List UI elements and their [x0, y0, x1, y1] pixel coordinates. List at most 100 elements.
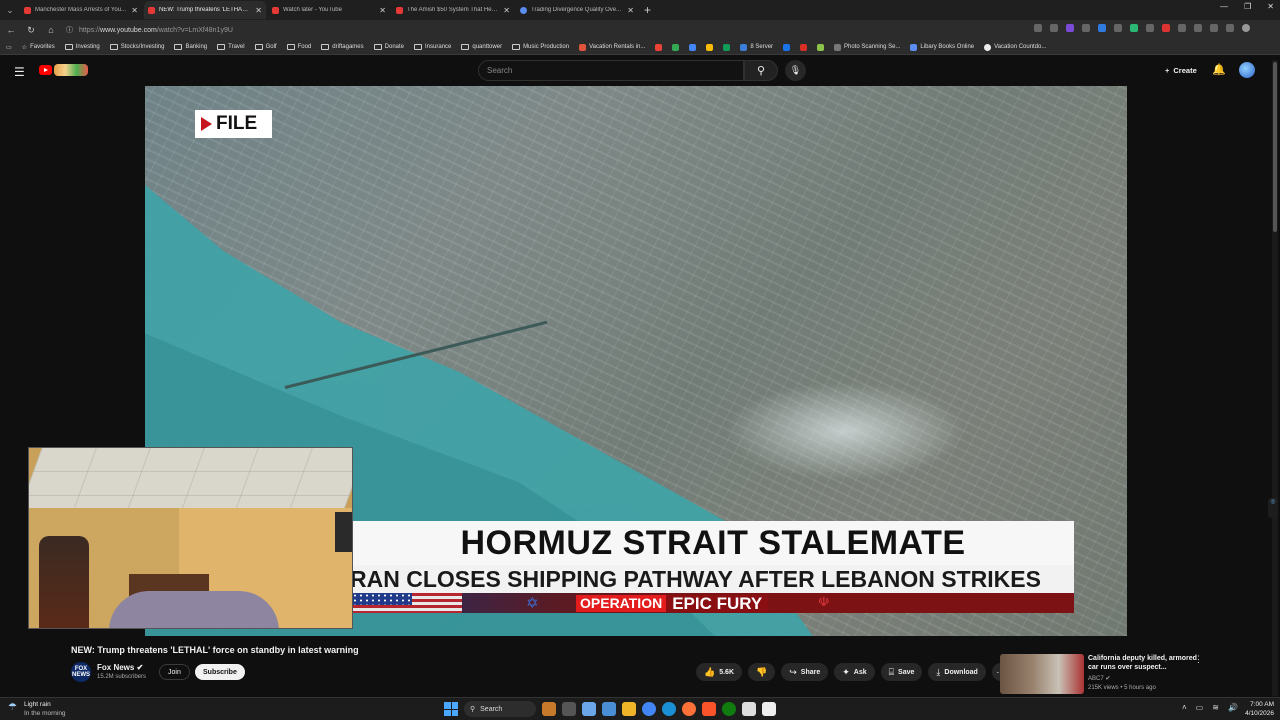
tray-overflow-icon[interactable]: ˄	[1182, 703, 1187, 712]
bookmark-icon-only[interactable]	[706, 43, 714, 51]
sidebar-extension-icon[interactable]: ◎	[1268, 498, 1278, 518]
bookmark-folder[interactable]: quanttower	[461, 44, 502, 50]
extension-icon[interactable]	[1178, 24, 1186, 32]
bookmark-item[interactable]: 8 Server	[740, 43, 773, 51]
store-icon[interactable]	[742, 702, 756, 716]
widgets-icon[interactable]	[542, 702, 556, 716]
brave-icon[interactable]	[702, 702, 716, 716]
home-icon[interactable]: ⌂	[46, 25, 56, 35]
settings-icon[interactable]	[1210, 24, 1218, 32]
extension-icon[interactable]	[1162, 24, 1170, 32]
browser-tab[interactable]: Watch later - YouTube ✕	[268, 1, 390, 19]
bookmark-item[interactable]: Photo Scanning Se...	[834, 43, 900, 51]
youtube-doodle-logo[interactable]	[54, 64, 88, 76]
account-avatar[interactable]	[1239, 62, 1255, 78]
bookmark-item[interactable]: Libary Books Online	[910, 43, 974, 51]
bookmark-icon-only[interactable]	[655, 43, 663, 51]
bookmark-item[interactable]: ☆ Favorites	[22, 44, 55, 51]
browser-tab[interactable]: Trading Divergence Quality Ove... ✕	[516, 1, 638, 19]
bookmark-folder[interactable]: Donate	[373, 44, 404, 50]
bookmark-folder[interactable]: Travel	[217, 44, 245, 50]
new-tab-button[interactable]: +	[644, 3, 651, 17]
windows-start-icon[interactable]	[444, 702, 458, 716]
save-button[interactable]: ⌸ Save	[880, 663, 923, 681]
extension-icon[interactable]	[1130, 24, 1138, 32]
channel-name[interactable]: Fox News ✔	[97, 663, 143, 672]
chat-app-icon[interactable]	[602, 702, 616, 716]
bookmark-item[interactable]: Vacation Rentals in...	[579, 43, 645, 51]
extension-icon[interactable]	[1194, 24, 1202, 32]
bookmark-icon-only[interactable]	[817, 43, 825, 51]
settings-app-icon[interactable]	[582, 702, 596, 716]
like-button[interactable]: 👍 5.6K	[696, 663, 743, 681]
weather-rain-icon[interactable]: ☂	[8, 702, 17, 713]
close-tab-icon[interactable]: ✕	[255, 6, 262, 15]
edge-icon[interactable]	[662, 702, 676, 716]
channel-avatar[interactable]: FOX NEWS	[71, 662, 91, 682]
subscribe-button[interactable]: Subscribe	[195, 664, 245, 680]
extension-icon[interactable]	[1226, 24, 1234, 32]
bookmark-icon-only[interactable]	[689, 43, 697, 51]
close-window-icon[interactable]: ✕	[1267, 2, 1274, 11]
bookmarks-panel-icon[interactable]: ▭	[6, 44, 12, 51]
extension-icon[interactable]	[1114, 24, 1122, 32]
extension-icon[interactable]	[1066, 24, 1074, 32]
minimize-icon[interactable]: —	[1220, 2, 1228, 11]
extension-icon[interactable]	[1146, 24, 1154, 32]
bookmark-folder[interactable]: Stocks/Investing	[109, 44, 164, 50]
taskbar-search[interactable]: ⚲ Search	[464, 701, 536, 717]
bookmark-folder[interactable]: Investing	[64, 44, 100, 50]
site-info-icon[interactable]: ⓘ	[66, 25, 73, 35]
refresh-icon[interactable]: ↻	[26, 25, 36, 36]
voice-search-button[interactable]: 🎙	[785, 60, 806, 81]
back-icon[interactable]: ←	[6, 25, 16, 35]
profile-icon[interactable]	[1242, 24, 1250, 32]
network-icon[interactable]: ▭	[1196, 703, 1204, 712]
favorite-star-icon[interactable]	[1050, 24, 1058, 32]
bookmark-folder[interactable]: Music Production	[512, 44, 569, 50]
close-tab-icon[interactable]: ✕	[131, 6, 138, 15]
app-icon[interactable]	[762, 702, 776, 716]
bookmark-folder[interactable]: Food	[286, 44, 311, 50]
ask-button[interactable]: ✦ Ask	[834, 663, 875, 681]
restore-icon[interactable]: ❐	[1244, 2, 1251, 11]
page-scrollbar[interactable]	[1272, 60, 1278, 696]
tab-actions-menu-icon[interactable]: ⌄	[0, 0, 20, 20]
recommended-more-icon[interactable]: ⋮	[1194, 654, 1203, 665]
download-button[interactable]: ⤓ Download	[928, 663, 986, 681]
create-button[interactable]: + Create	[1157, 61, 1205, 80]
scrollbar-thumb[interactable]	[1273, 62, 1277, 232]
url-field[interactable]: ⓘ https://www.youtube.com/watch?v=LmXf48…	[66, 25, 233, 35]
bookmark-folder[interactable]: driftagames	[321, 44, 364, 50]
bookmark-icon-only[interactable]	[723, 43, 731, 51]
share-button[interactable]: ↪ Share	[781, 663, 829, 681]
weather-forecast[interactable]: In the morning	[24, 710, 66, 717]
extension-icon[interactable]	[1098, 24, 1106, 32]
bookmark-item[interactable]: Vacation Countdo...	[984, 43, 1046, 51]
bookmark-folder[interactable]: Insurance	[414, 44, 451, 50]
browser-tab[interactable]: The Amish $50 System That Heats... ✕	[392, 1, 514, 19]
close-tab-icon[interactable]: ✕	[503, 6, 510, 15]
chrome-icon[interactable]	[642, 702, 656, 716]
bookmark-folder[interactable]: Golf	[254, 44, 277, 50]
close-tab-icon[interactable]: ✕	[379, 6, 386, 15]
bookmark-icon-only[interactable]	[672, 43, 680, 51]
menu-icon[interactable]: ☰	[14, 65, 25, 79]
bookmark-icon-only[interactable]	[800, 43, 808, 51]
extension-icon[interactable]	[1034, 24, 1042, 32]
volume-icon[interactable]: 🔊	[1228, 703, 1238, 712]
search-button[interactable]: ⚲	[744, 60, 778, 81]
youtube-logo-icon[interactable]	[39, 65, 52, 75]
taskbar-clock[interactable]: 7:00 AM 4/10/2026	[1238, 700, 1274, 718]
file-explorer-icon[interactable]	[622, 702, 636, 716]
firefox-icon[interactable]	[682, 702, 696, 716]
wifi-icon[interactable]: ≋	[1212, 703, 1219, 712]
recommended-video-thumbnail[interactable]	[1000, 654, 1084, 694]
browser-tab[interactable]: Manchester Mass Arrests of You... ✕	[20, 1, 142, 19]
close-tab-icon[interactable]: ✕	[627, 6, 634, 15]
weather-condition[interactable]: Light rain	[24, 701, 51, 708]
join-button[interactable]: Join	[159, 664, 190, 680]
xbox-icon[interactable]	[722, 702, 736, 716]
bookmark-folder[interactable]: Banking	[174, 44, 207, 50]
notifications-bell-icon[interactable]: 🔔	[1212, 63, 1226, 76]
